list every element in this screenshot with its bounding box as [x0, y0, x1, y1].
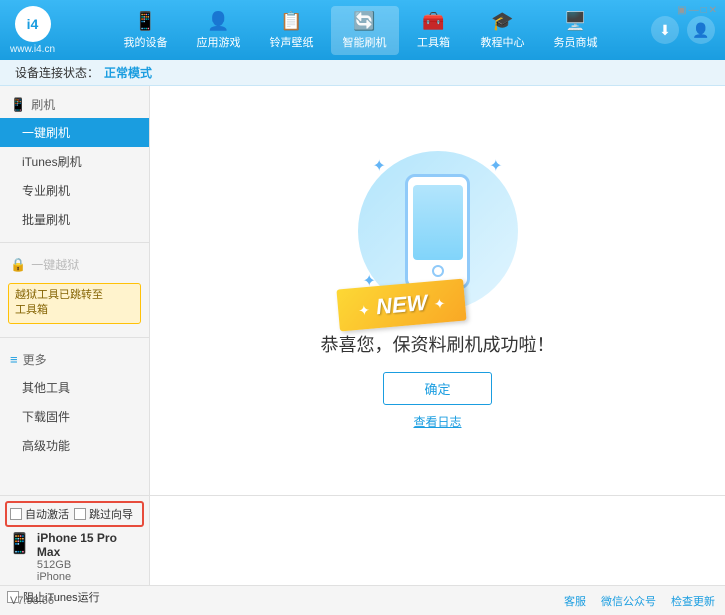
window-controls: ▣ — □ ✕ [677, 5, 717, 16]
sidebar-sep-1 [0, 242, 149, 243]
check-update-link[interactable]: 检查更新 [671, 593, 715, 609]
device-storage: 512GB [37, 559, 142, 571]
more-section-icon: ≡ [10, 352, 18, 367]
device-info: 📱 iPhone 15 Pro Max 512GB iPhone [5, 527, 144, 587]
status-prefix: 设备连接状态： [15, 64, 99, 81]
user-btn[interactable]: 👤 [687, 16, 715, 44]
nav-merchant[interactable]: 🖥️ 务员商城 [542, 6, 610, 55]
my-device-icon: 📱 [134, 11, 156, 32]
phone-illustration: ✦ ✦ ✦ ✦ NEW ✦ [358, 151, 518, 311]
ribbon-star-left: ✦ [357, 302, 370, 319]
sidebar-item-other-tools[interactable]: 其他工具 [0, 373, 149, 402]
sidebar-more-section: ≡ 更多 其他工具 下载固件 高级功能 [0, 341, 149, 465]
download-btn[interactable]: ⬇ [651, 16, 679, 44]
autoactivate-row: 自动激活 跳过向导 [5, 501, 144, 527]
wechat-link[interactable]: 微信公众号 [601, 593, 656, 609]
bottom-right: 客服 微信公众号 检查更新 [564, 593, 715, 609]
device-name: iPhone 15 Pro Max [37, 531, 142, 559]
logo-icon: i4 [15, 6, 51, 42]
status-bar: 设备连接状态： 正常模式 [0, 60, 725, 86]
sidebar-item-download-firmware[interactable]: 下载固件 [0, 402, 149, 431]
auto-activate-cb[interactable] [10, 508, 22, 520]
nav-apps-games[interactable]: 👤 应用游戏 [185, 6, 253, 55]
sidebar-item-one-key-flash[interactable]: 一键刷机 [0, 118, 149, 147]
minimize-btn[interactable]: — [689, 5, 699, 16]
phone-body [405, 174, 470, 289]
sidebar-jailbreak-notice: 越狱工具已跳转至工具箱 [8, 283, 141, 324]
sidebar-sep-2 [0, 337, 149, 338]
nav-smart-flash[interactable]: 🔄 智能刷机 [331, 6, 399, 55]
confirm-button[interactable]: 确定 [383, 372, 491, 405]
sidebar: 📱 刷机 一键刷机 iTunes刷机 专业刷机 批量刷机 [0, 86, 150, 495]
new-text: NEW [375, 290, 428, 319]
new-ribbon: ✦ NEW ✦ [336, 279, 467, 332]
phone-circle: ✦ ✦ ✦ ✦ NEW ✦ [358, 151, 518, 311]
sidebar-item-advanced[interactable]: 高级功能 [0, 431, 149, 460]
apps-games-icon: 👤 [207, 11, 229, 32]
sidebar-jailbreak-header: 🔒 一键越狱 [0, 251, 149, 278]
toolbox-icon: 🧰 [422, 11, 444, 32]
merchant-icon: 🖥️ [564, 11, 586, 32]
log-link[interactable]: 查看日志 [413, 413, 461, 430]
auto-activate-checkbox[interactable]: 自动激活 [10, 506, 69, 522]
content-area: ✦ ✦ ✦ ✦ NEW ✦ 恭喜您，保资料刷机成功啦！ 确定 [150, 86, 725, 495]
device-details: iPhone 15 Pro Max 512GB iPhone [37, 531, 142, 583]
nav-my-device[interactable]: 📱 我的设备 [112, 6, 180, 55]
close-btn[interactable]: ✕ [709, 5, 717, 16]
sidebar-item-itunes-flash[interactable]: iTunes刷机 [0, 147, 149, 176]
main-layout: 📱 刷机 一键刷机 iTunes刷机 专业刷机 批量刷机 [0, 86, 725, 495]
smart-flash-icon: 🔄 [353, 11, 375, 32]
nav-tutorial[interactable]: 🎓 教程中心 [469, 6, 537, 55]
nav-ringtone[interactable]: 📋 铃声壁纸 [258, 6, 326, 55]
sidebar-flash-header: 📱 刷机 [0, 91, 149, 118]
header-right: ⬇ 👤 [651, 16, 715, 44]
bottom-left: V7.98.66 [10, 595, 564, 607]
phone-home-button [432, 265, 444, 277]
sidebar-item-pro-flash[interactable]: 专业刷机 [0, 176, 149, 205]
tutorial-icon: 🎓 [491, 11, 513, 32]
sidebar-flash-section: 📱 刷机 一键刷机 iTunes刷机 专业刷机 批量刷机 [0, 86, 149, 239]
ribbon-star-right: ✦ [433, 295, 446, 312]
time-guide-cb[interactable] [74, 508, 86, 520]
sidebar-bottom: 自动激活 跳过向导 📱 iPhone 15 Pro Max 512GB iPho… [0, 495, 150, 585]
sidebar-jailbreak-section: 🔒 一键越狱 越狱工具已跳转至工具箱 [0, 246, 149, 334]
content-bottom [150, 495, 725, 585]
flash-section-icon: 📱 [10, 97, 26, 113]
logo: i4 www.i4.cn [10, 6, 55, 55]
maximize-btn[interactable]: □ [701, 5, 707, 16]
device-type: iPhone [37, 571, 142, 583]
sparkle-1: ✦ [373, 156, 386, 176]
sparkle-2: ✦ [489, 156, 502, 176]
nav-bar: 📱 我的设备 👤 应用游戏 📋 铃声壁纸 🔄 智能刷机 🧰 工具箱 🎓 [70, 6, 651, 55]
header: i4 www.i4.cn 📱 我的设备 👤 应用游戏 📋 铃声壁纸 🔄 智能刷机 [0, 0, 725, 60]
time-guide-checkbox[interactable]: 跳过向导 [74, 506, 133, 522]
sidebar-more-header: ≡ 更多 [0, 346, 149, 373]
device-phone-icon: 📱 [7, 531, 32, 556]
logo-sub: www.i4.cn [10, 44, 55, 55]
phone-screen [413, 185, 463, 260]
nav-toolbox[interactable]: 🧰 工具箱 [404, 6, 464, 55]
sidebar-item-batch-flash[interactable]: 批量刷机 [0, 205, 149, 234]
jailbreak-section-icon: 🔒 [10, 257, 26, 273]
status-mode: 正常模式 [104, 64, 152, 81]
bottom-section: 自动激活 跳过向导 📱 iPhone 15 Pro Max 512GB iPho… [0, 495, 725, 585]
feedback-link[interactable]: 客服 [564, 593, 586, 609]
version-badge: V7.98.66 [10, 595, 54, 607]
success-message: 恭喜您，保资料刷机成功啦！ [321, 331, 555, 357]
ringtone-icon: 📋 [280, 11, 302, 32]
